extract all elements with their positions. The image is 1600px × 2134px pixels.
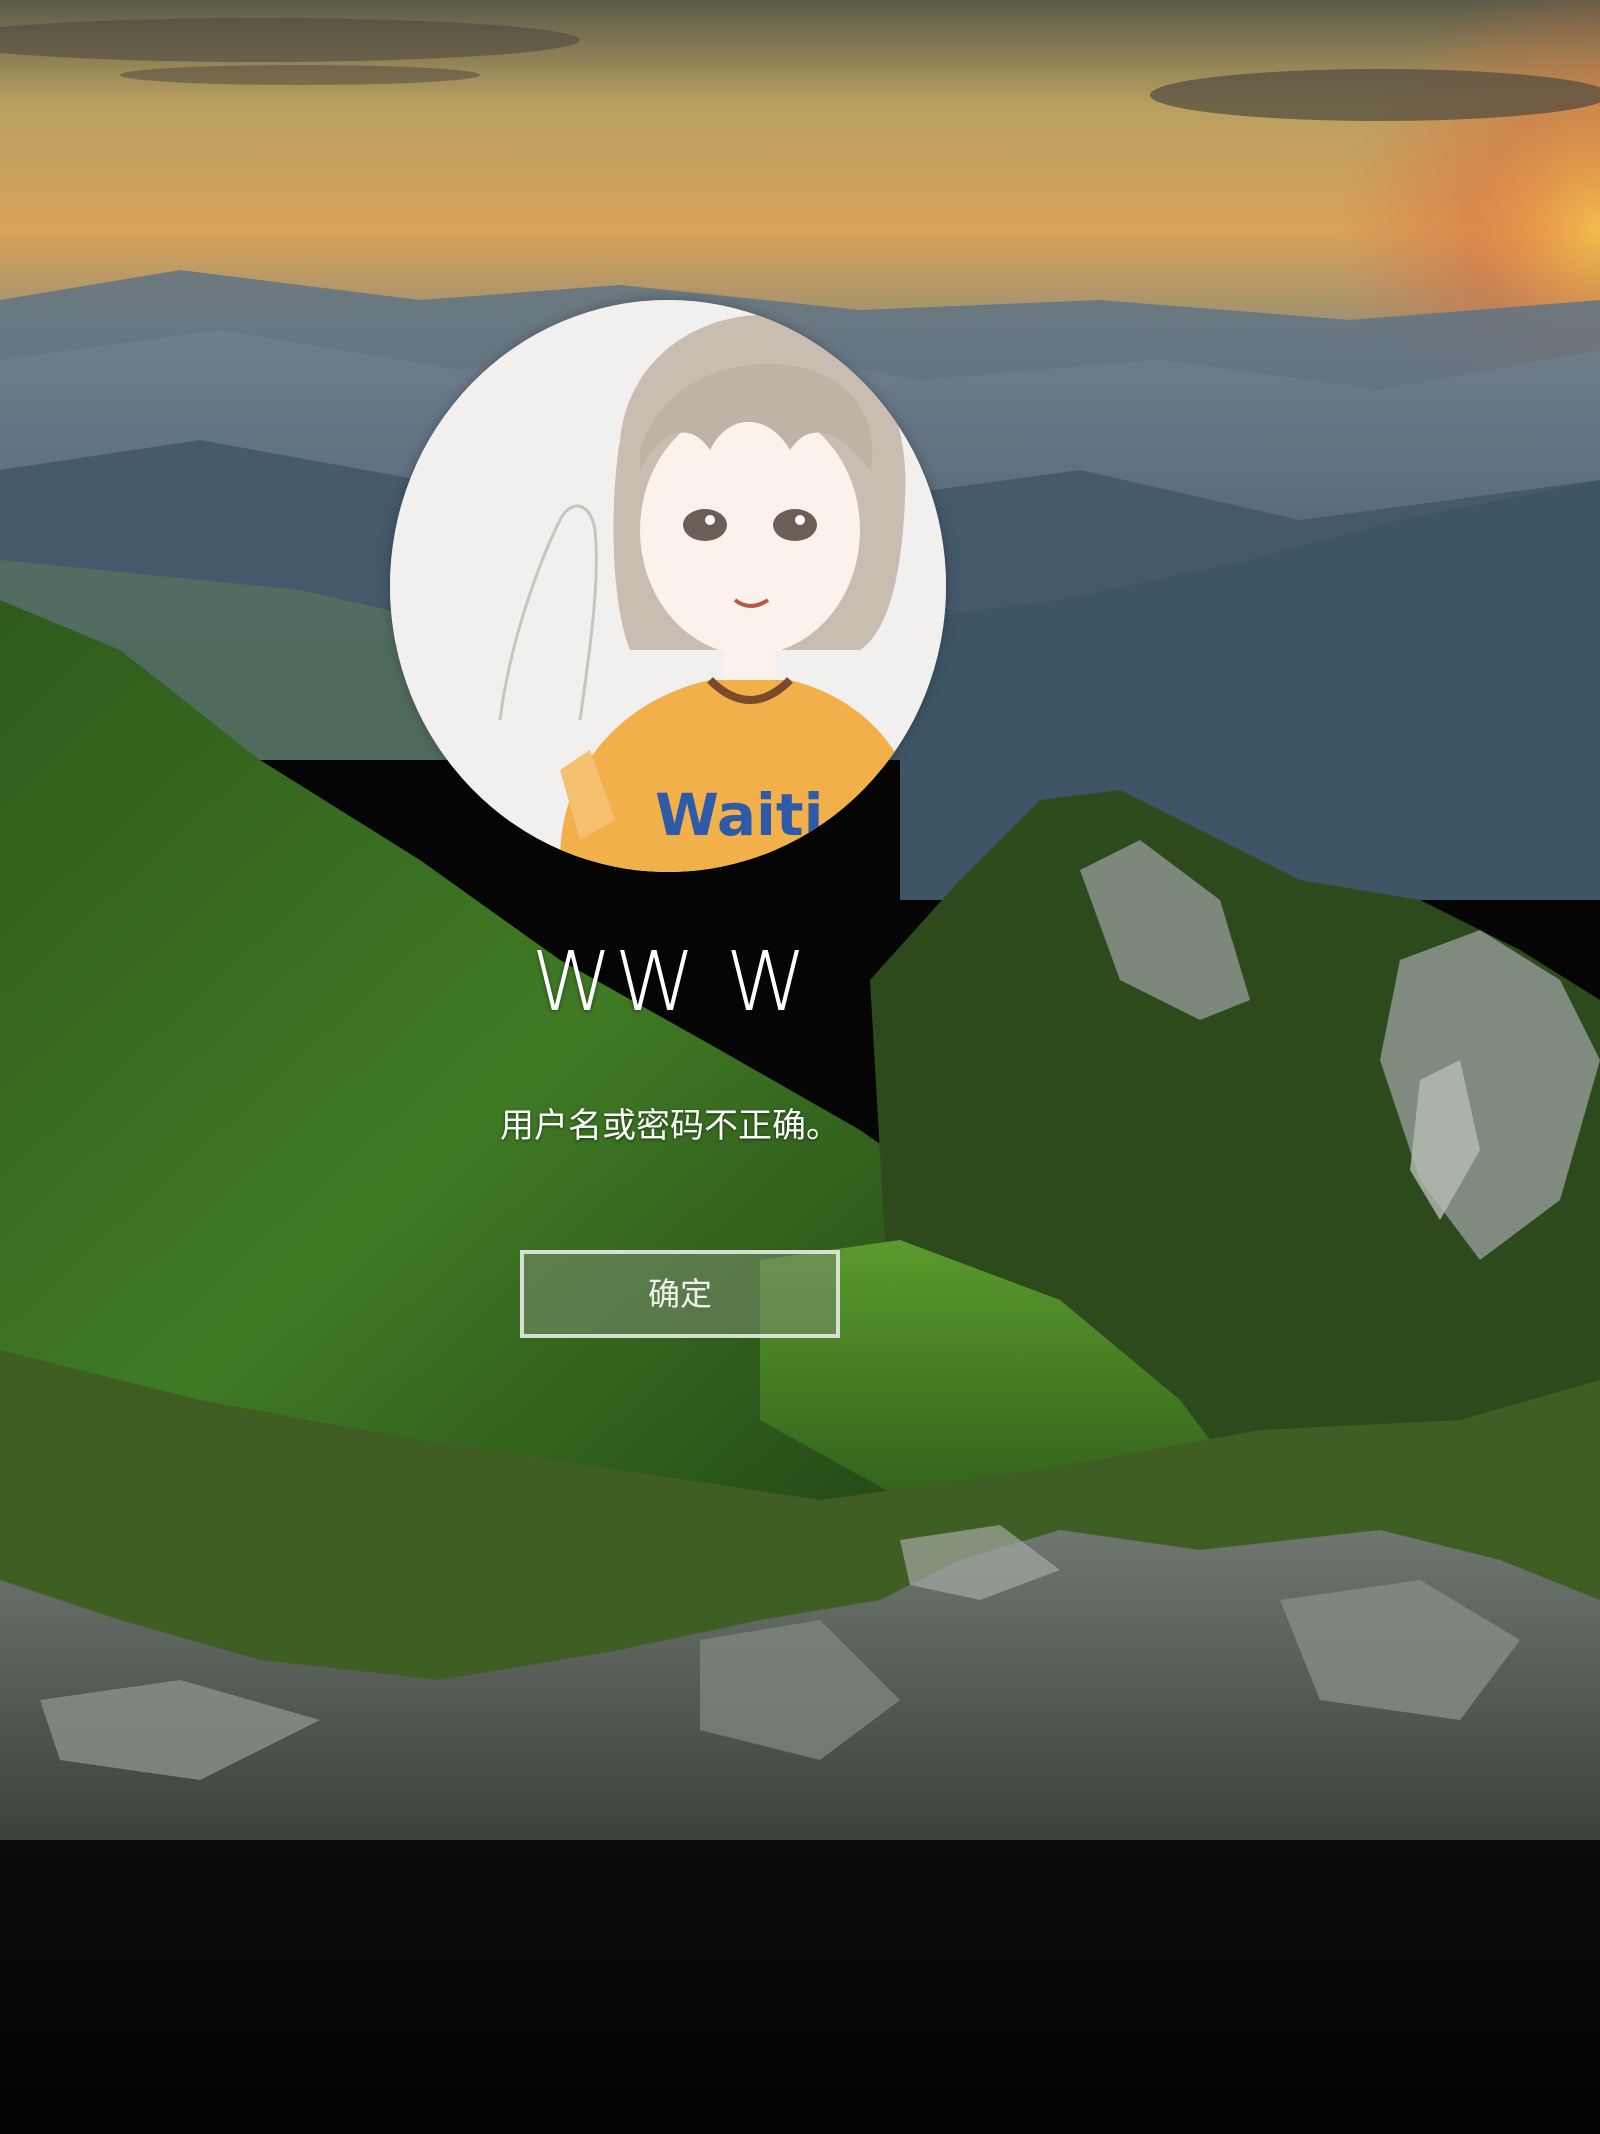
user-name: WW W <box>531 935 809 1030</box>
avatar-illustration-icon: Waiti <box>390 300 946 872</box>
monitor-bezel <box>0 1840 1600 2134</box>
user-avatar: Waiti <box>390 300 946 872</box>
wallpaper-mountain-landscape <box>0 0 1600 1850</box>
lock-screen: Waiti WW W 用户名或密码不正确。 确定 <box>0 0 1600 1850</box>
ok-button[interactable]: 确定 <box>520 1250 840 1338</box>
login-error-message: 用户名或密码不正确。 <box>500 1106 840 1146</box>
